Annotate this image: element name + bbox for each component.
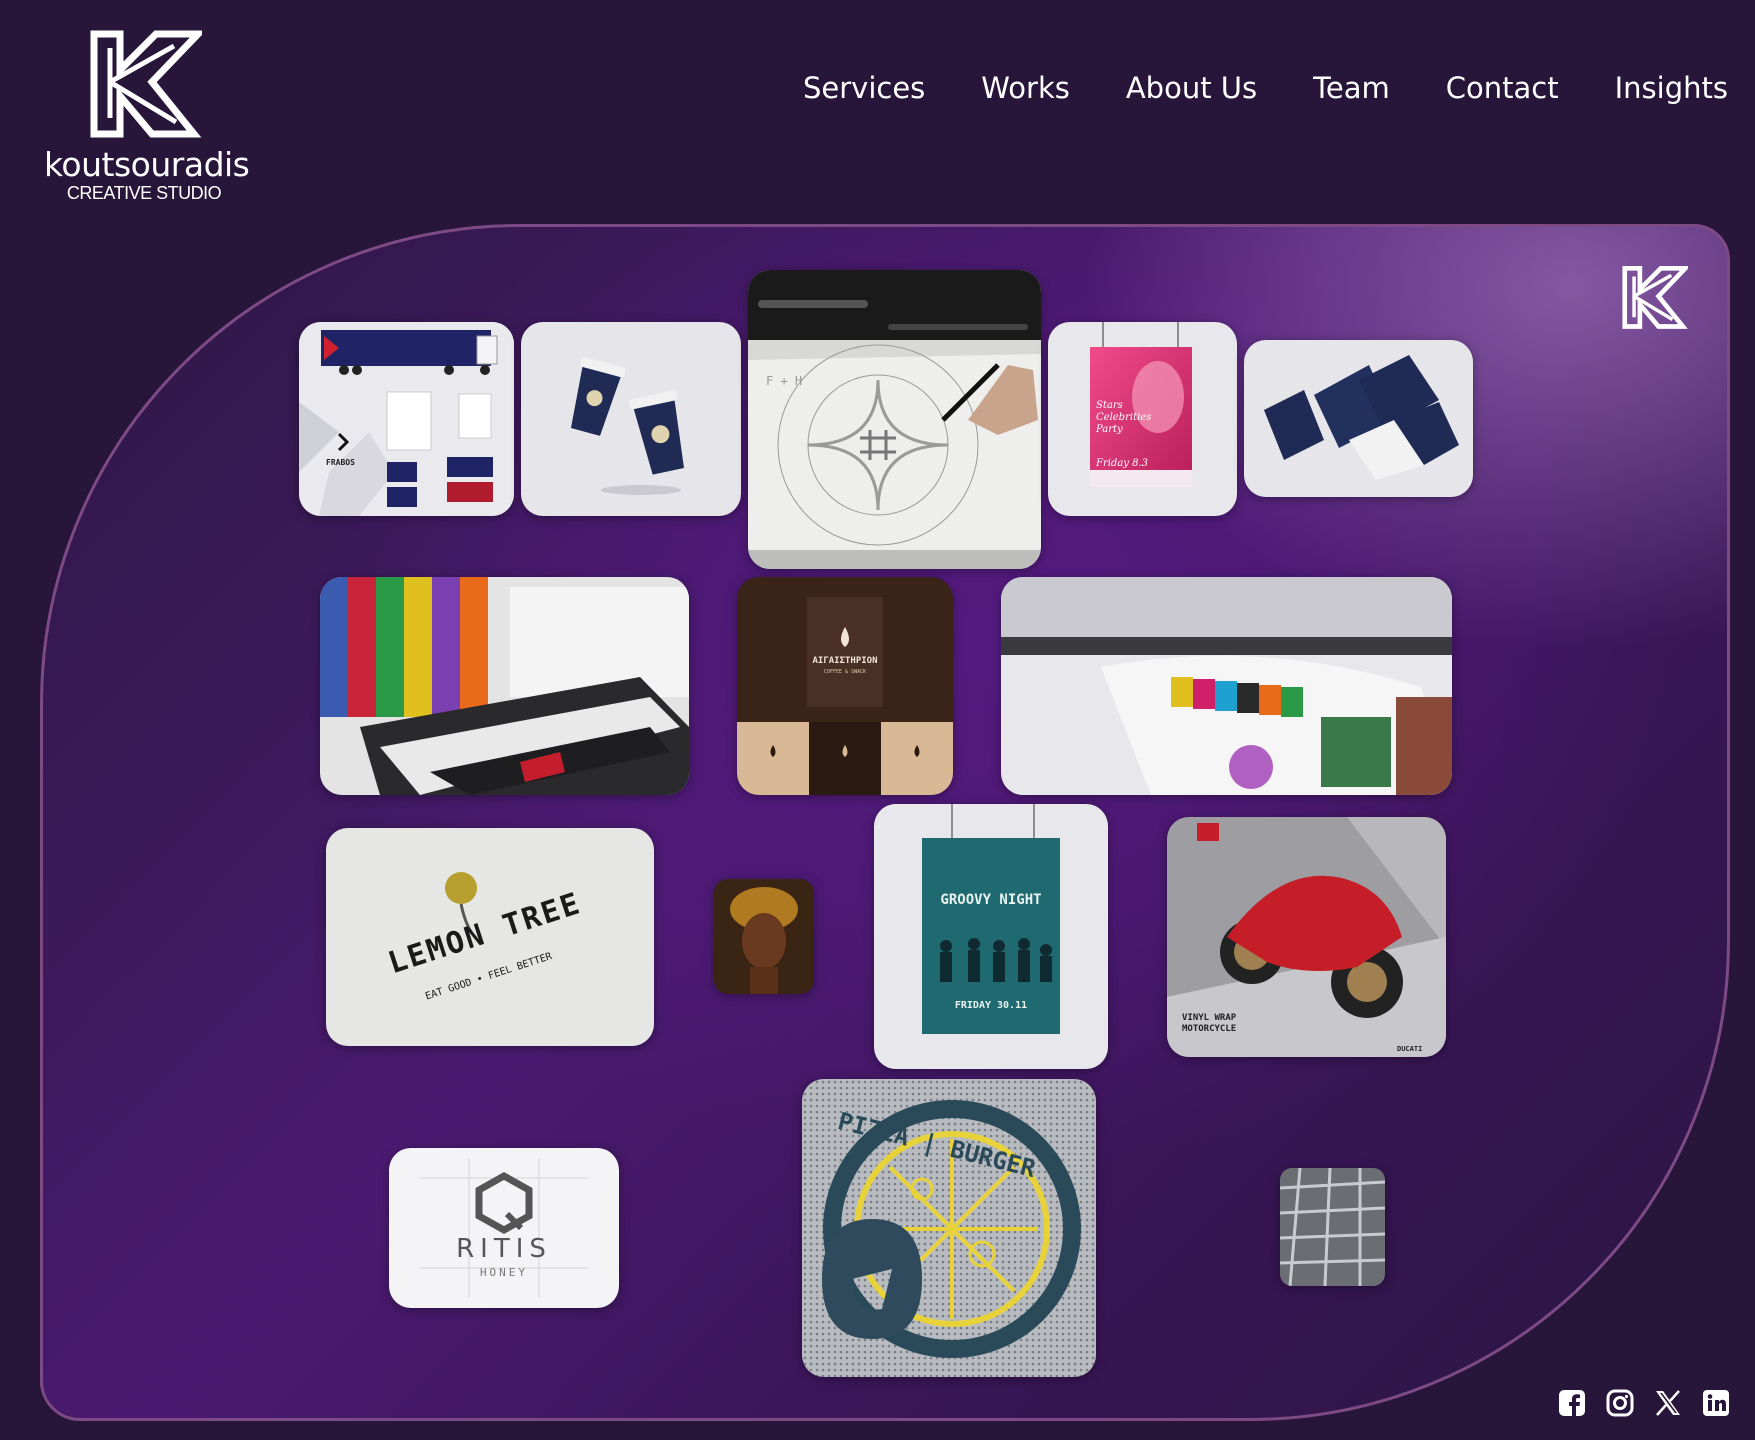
nav-team[interactable]: Team: [1313, 74, 1390, 103]
tile-caption-groovy-night: GROOVY NIGHT: [940, 892, 1042, 908]
portfolio-tile-aigaistirion[interactable]: ΑΙΓΑΙΣΤΗΡΙΟΝ COFFEE & SNACK: [737, 577, 953, 795]
tile-caption-aigaistirion: ΑΙΓΑΙΣΤΗΡΙΟΝ: [812, 656, 878, 666]
tile-caption-party-date: Friday 8.3: [1096, 458, 1149, 469]
tile-caption-fh: F + H: [766, 374, 803, 388]
brand-logo[interactable]: koutsouradis CREATIVE STUDIO: [44, 30, 254, 210]
portfolio-tile-frabos[interactable]: FRABOS: [299, 322, 514, 516]
ritis-honey-logo-image: [389, 1148, 619, 1308]
nav-insights[interactable]: Insights: [1615, 74, 1728, 103]
portfolio-tile-pizza-burger[interactable]: PIZZA | BURGER: [802, 1079, 1096, 1377]
portfolio-tile-print-shop[interactable]: [320, 577, 689, 795]
nav-contact[interactable]: Contact: [1446, 74, 1559, 103]
portfolio-tile-portrait[interactable]: [714, 879, 814, 994]
brochure-image: [1244, 340, 1473, 497]
portfolio-tile-brochure[interactable]: [1244, 340, 1473, 497]
main-nav: Services Works About Us Team Contact Ins…: [803, 74, 1728, 103]
brand-name: koutsouradis: [44, 145, 250, 184]
portfolio-tile-lemon-tree[interactable]: LEMON TREE EAT GOOD • FEEL BETTER: [326, 828, 654, 1046]
tile-brand-motorcycle: DUCATI: [1397, 1045, 1423, 1053]
portfolio-tile-party-poster[interactable]: Stars Celebrities Party Friday 8.3: [1048, 322, 1237, 516]
large-format-printer-image: [1001, 577, 1452, 795]
portfolio-tile-logo-sketch[interactable]: F + H: [748, 270, 1041, 569]
brand-subtitle: CREATIVE STUDIO: [66, 183, 222, 203]
facebook-icon[interactable]: [1557, 1388, 1587, 1418]
nav-about-us[interactable]: About Us: [1126, 74, 1257, 103]
portfolio-tile-coffee-cups[interactable]: [521, 322, 741, 516]
coffee-cups-image: [521, 322, 741, 516]
truck-stationery-image: [299, 322, 514, 516]
printed-sheets-image: [1280, 1168, 1385, 1286]
portfolio-tile-printer[interactable]: [1001, 577, 1452, 795]
instagram-icon[interactable]: [1605, 1388, 1635, 1418]
tile-caption-motorcycle: VINYL WRAP MOTORCYCLE: [1182, 1013, 1237, 1034]
portrait-illustration-image: [714, 879, 814, 994]
portfolio-tile-groovy-night[interactable]: GROOVY NIGHT FRIDAY 30.11: [874, 804, 1108, 1069]
coffee-branding-image: [737, 577, 953, 795]
portfolio-tile-motorcycle[interactable]: VINYL WRAP MOTORCYCLE DUCATI: [1167, 817, 1446, 1057]
k-watermark-icon: [1622, 266, 1688, 329]
tile-caption-frabos: FRABOS: [326, 458, 355, 467]
tile-date-groovy-night: FRIDAY 30.11: [954, 1000, 1028, 1011]
tile-caption-ritis: RITIS: [456, 1234, 552, 1264]
social-links: [1557, 1388, 1731, 1418]
portfolio-tile-ritis-honey[interactable]: RITIS HONEY: [389, 1148, 619, 1308]
groovy-night-poster-image: [874, 804, 1108, 1069]
x-icon[interactable]: [1653, 1388, 1683, 1418]
linkedin-icon[interactable]: [1701, 1388, 1731, 1418]
nav-services[interactable]: Services: [803, 74, 925, 103]
tile-tagline-ritis: HONEY: [479, 1266, 529, 1279]
portfolio-tile-printed-sheets[interactable]: [1280, 1168, 1385, 1286]
tile-tagline-aigaistirion: COFFEE & SNACK: [823, 669, 867, 675]
k-logo-icon: [90, 30, 202, 138]
print-shop-image: [320, 577, 689, 795]
logo-sketch-image: [748, 270, 1041, 569]
nav-works[interactable]: Works: [981, 74, 1070, 103]
tile-caption-party: Stars Celebrities Party: [1096, 400, 1152, 435]
